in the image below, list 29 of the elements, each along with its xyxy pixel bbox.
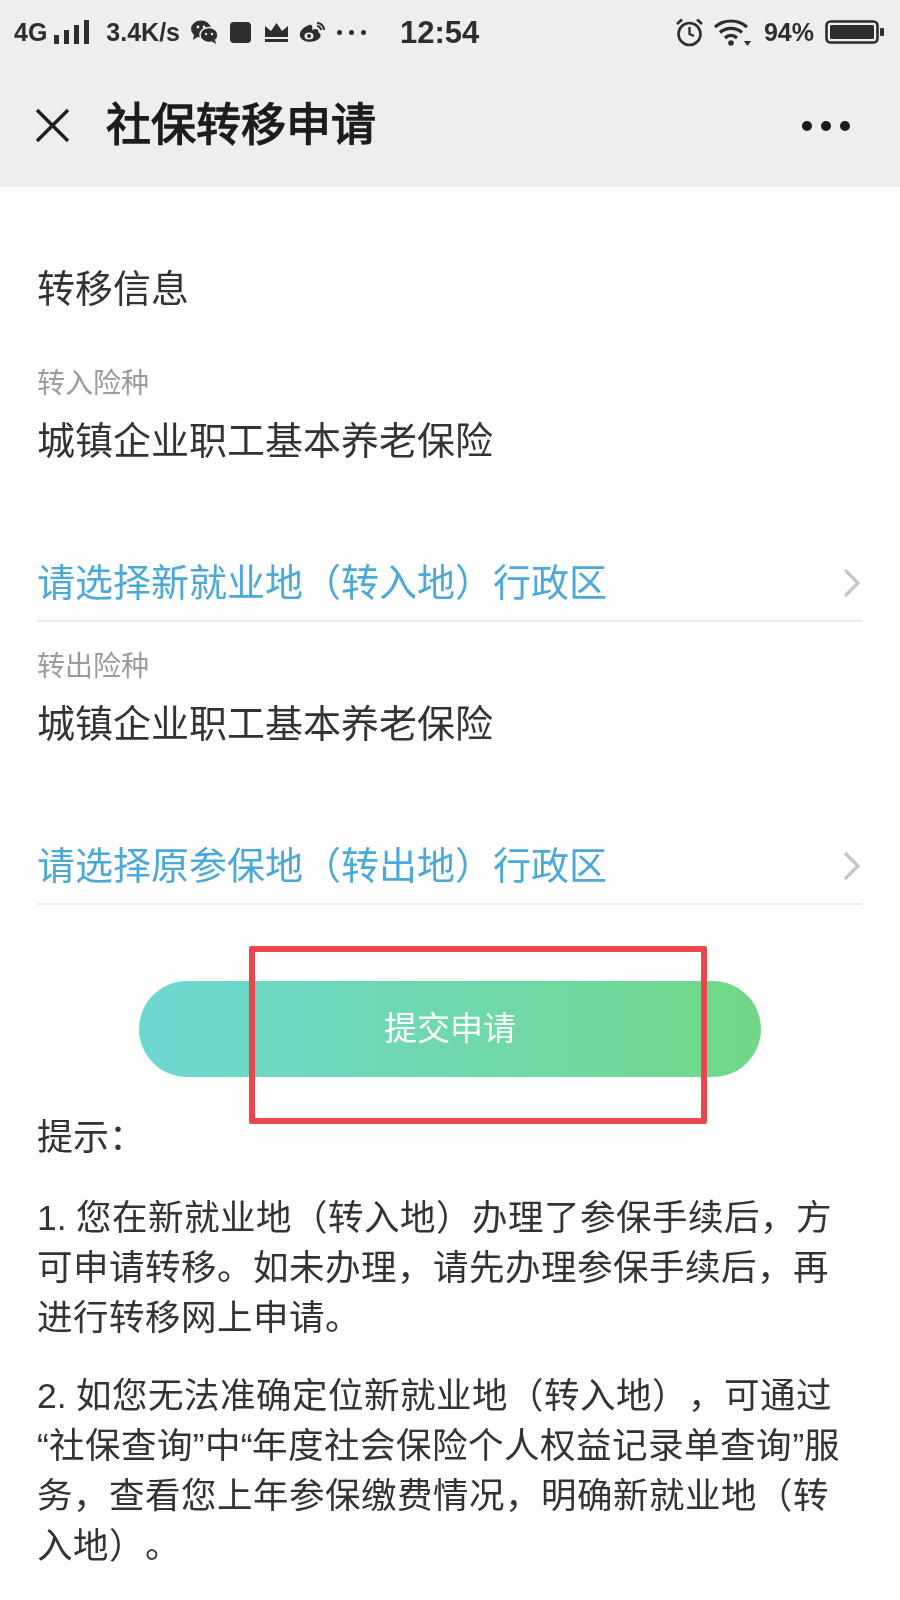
tip-paragraph: 2. 如您无法准确定位新就业地（转入地），可通过“社保查询”中“年度社会保险个人权益记录单查询”服务，查看您上年参保缴费情况，明确新就业地（转入地）。 — [37, 1375, 842, 1568]
field-value: 城镇企业职工基本养老保险 — [37, 702, 494, 747]
network-speed: 3.4K/s — [106, 19, 181, 45]
chat-bubbles-icon — [191, 20, 219, 44]
weibo-eye-icon — [299, 21, 327, 43]
region-picker[interactable]: 请选择原参保地（转出地）行政区 — [37, 829, 863, 905]
close-icon — [35, 108, 70, 143]
page-title: 社保转移申请 — [106, 103, 376, 148]
close-button[interactable] — [34, 107, 71, 144]
square-app-icon — [230, 21, 252, 43]
field-label: 转出险种 — [37, 651, 150, 683]
wifi-icon — [713, 18, 751, 46]
region-picker[interactable]: 请选择新就业地（转入地）行政区 — [37, 546, 863, 622]
chevron-right-icon — [843, 851, 860, 881]
chevron-right-icon — [843, 568, 860, 598]
section-title: 转移信息 — [37, 267, 190, 312]
alarm-clock-icon — [674, 17, 704, 47]
battery-icon — [825, 20, 884, 44]
field-label: 转入险种 — [37, 368, 150, 400]
crown-icon — [264, 22, 290, 42]
clock-time: 12:54 — [400, 16, 480, 48]
battery-percent: 94% — [763, 19, 814, 45]
tips-title: 提示： — [37, 1116, 146, 1160]
submit-button[interactable]: 提交申请 — [139, 981, 761, 1077]
more-notifications-icon — [337, 29, 367, 35]
field-value: 城镇企业职工基本养老保险 — [37, 419, 494, 464]
more-icon — [802, 120, 850, 131]
tip-paragraph: 1. 您在新就业地（转入地）办理了参保手续后，方可申请转移。如未办理，请先办理参保手续后，再进行转移网上申请。 — [37, 1197, 834, 1340]
network-type: 4G — [14, 19, 48, 45]
